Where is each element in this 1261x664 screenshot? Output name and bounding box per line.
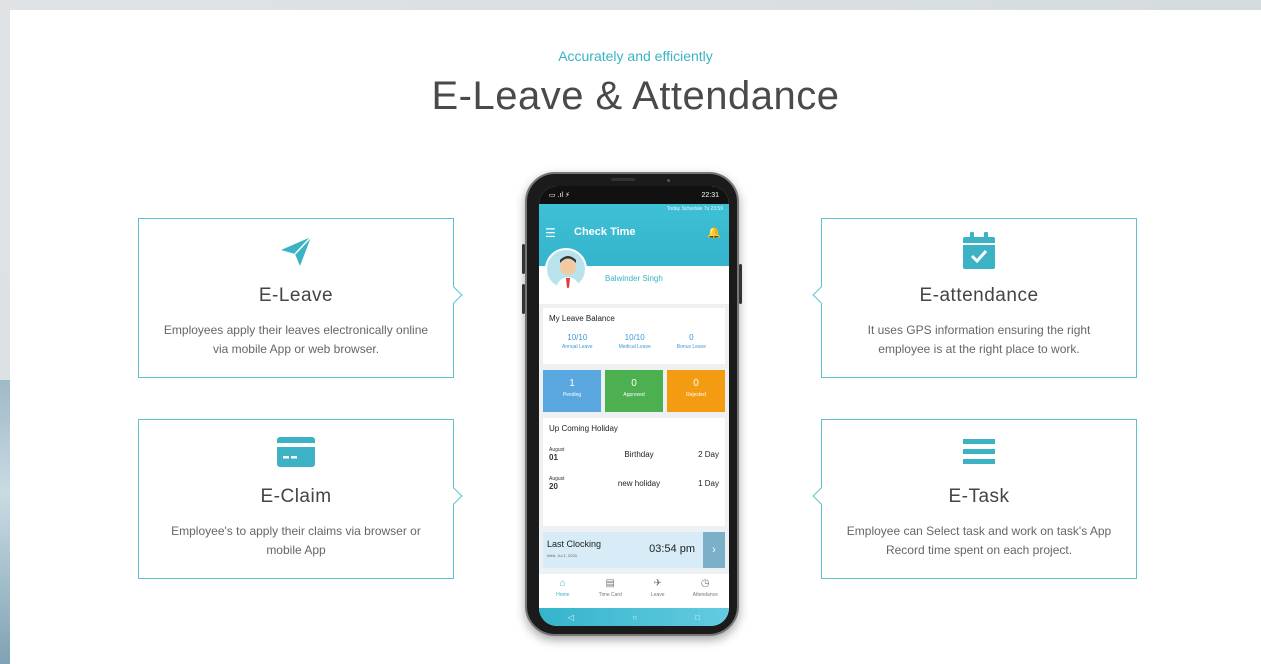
leave-balance-annual: 10/10 Annual Leave [561, 333, 593, 350]
app-title: Check Time [574, 226, 636, 238]
feature-title: E-Task [948, 486, 1010, 507]
feature-card-e-claim: E-Claim Employee's to apply their claims… [138, 419, 463, 579]
menu-icon[interactable]: ☰ [545, 226, 556, 240]
status-icons: ▭ .ıl ⚡ [549, 192, 570, 199]
status-tiles: 1 Pending 0 Approved 0 Rejected [543, 370, 725, 412]
upcoming-holiday-card: Up Coming Holiday August 01 Birthday 2 Da… [543, 418, 725, 526]
leave-balance-card: My Leave Balance 10/10 Annual Leave 10/10… [543, 308, 725, 364]
calendar-check-icon [822, 231, 1136, 271]
feature-description: Employees apply their leaves electronica… [163, 323, 429, 356]
page-frame: Accurately and efficiently E-Leave & Att… [10, 10, 1261, 664]
system-nav-bar: ◁ ○ □ [539, 608, 729, 626]
status-bar: ▭ .ıl ⚡ 22:31 [539, 186, 729, 204]
leave-icon: ✈ [653, 578, 662, 589]
bottom-nav: ⌂ Home ▤ Time Card ✈ Leave ◷ Attendance [539, 574, 729, 608]
leave-balance-title: My Leave Balance [549, 314, 615, 323]
last-clocking-date: Wed, Jul 1, 2020 [547, 553, 577, 558]
status-time: 22:31 [701, 191, 719, 199]
rejected-tile[interactable]: 0 Rejected [667, 370, 725, 412]
recents-icon[interactable]: □ [695, 613, 700, 622]
home-circle-icon[interactable]: ○ [632, 613, 637, 622]
nav-attendance[interactable]: ◷ Attendance [682, 574, 730, 608]
profile-section: Balwinder Singh [539, 248, 729, 304]
feature-description: Employee's to apply their claims via bro… [171, 524, 421, 557]
phone-volume-button [522, 284, 525, 314]
feature-title: E-attendance [919, 285, 1039, 306]
today-schedule: Today Schedule 7s 23:59 [666, 206, 723, 212]
phone-camera [667, 179, 670, 182]
feature-card-e-task: E-Task Employee can Select task and work… [812, 419, 1137, 579]
paper-plane-icon [139, 231, 453, 271]
feature-card-e-leave: E-Leave Employees apply their leaves ele… [138, 218, 463, 378]
pending-tile[interactable]: 1 Pending [543, 370, 601, 412]
leave-balance-bonus: 0 Bonus Leave [676, 333, 706, 350]
phone-power-button [739, 264, 742, 304]
leave-balance-medical: 10/10 Medical Leave [618, 333, 651, 350]
feature-card-e-attendance: E-attendance It uses GPS information ens… [812, 218, 1137, 378]
phone-speaker [611, 178, 635, 181]
feature-title: E-Leave [258, 285, 334, 306]
back-icon[interactable]: ◁ [568, 613, 574, 622]
section-title: E-Leave & Attendance [431, 74, 840, 118]
bell-icon[interactable]: 🔔 [707, 226, 721, 239]
last-clocking-time: 03:54 pm [649, 543, 695, 555]
phone-volume-button [522, 244, 525, 274]
list-item[interactable]: August 20 new holiday 1 Day [549, 476, 719, 491]
user-name: Balwinder Singh [605, 274, 663, 283]
approved-tile[interactable]: 0 Approved [605, 370, 663, 412]
list-item[interactable]: August 01 Birthday 2 Day [549, 447, 719, 462]
nav-time-card[interactable]: ▤ Time Card [587, 574, 635, 608]
list-icon [822, 432, 1136, 472]
feature-title: E-Claim [260, 486, 332, 507]
phone-screen: ▭ .ıl ⚡ 22:31 Today Schedule 7s 23:59 ☰ … [539, 186, 729, 626]
phone-mockup: ▭ .ıl ⚡ 22:31 Today Schedule 7s 23:59 ☰ … [522, 172, 742, 636]
background-strip [0, 380, 10, 664]
avatar [545, 248, 587, 290]
nav-leave[interactable]: ✈ Leave [634, 574, 682, 608]
section-subtitle: Accurately and efficiently [558, 48, 713, 64]
last-clocking-label: Last Clocking [547, 539, 602, 549]
time-card-icon: ▤ [605, 578, 615, 589]
holiday-title: Up Coming Holiday [549, 424, 618, 433]
last-clocking-bar[interactable]: Last Clocking Wed, Jul 1, 2020 03:54 pm … [543, 532, 725, 568]
feature-description: It uses GPS information ensuring the rig… [867, 323, 1091, 356]
feature-description: Employee can Select task and work on tas… [846, 524, 1112, 557]
clock-icon: ◷ [700, 578, 710, 589]
credit-card-icon [139, 432, 453, 472]
chevron-right-icon[interactable]: › [703, 532, 725, 568]
home-icon: ⌂ [559, 578, 566, 589]
nav-home[interactable]: ⌂ Home [539, 574, 587, 608]
